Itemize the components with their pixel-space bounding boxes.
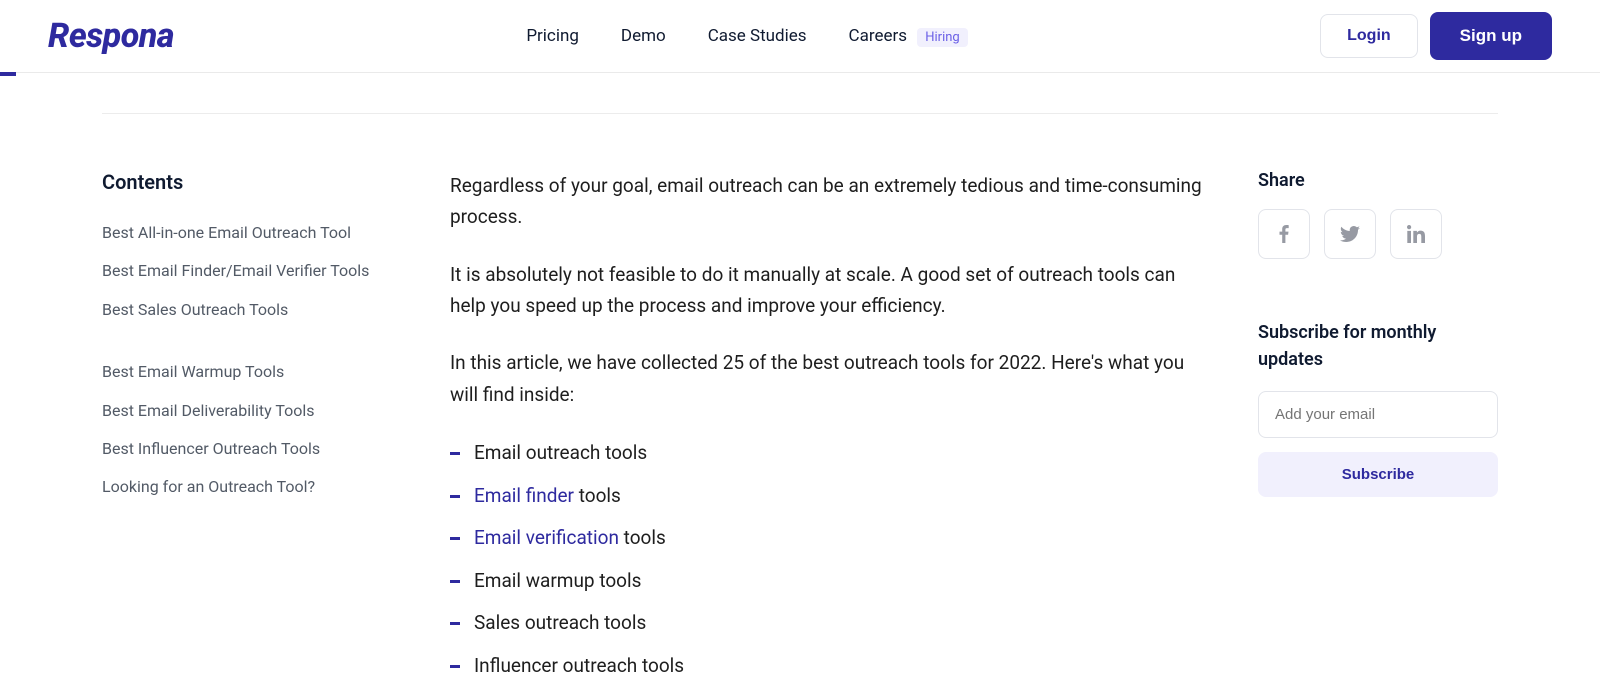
read-progress-bar xyxy=(0,72,16,76)
site-header: Respona Pricing Demo Case Studies Career… xyxy=(0,0,1600,73)
toc-item-all-in-one[interactable]: Best All-in-one Email Outreach Tool xyxy=(102,223,351,242)
subscribe-block: Subscribe for monthly updates Subscribe xyxy=(1258,319,1498,497)
toc-item-sales[interactable]: Best Sales Outreach Tools xyxy=(102,300,288,319)
toc-item-influencer[interactable]: Best Influencer Outreach Tools xyxy=(102,439,320,458)
nav-careers-label: Careers xyxy=(849,26,907,46)
paragraph-3: In this article, we have collected 25 of… xyxy=(450,347,1210,410)
nav-pricing[interactable]: Pricing xyxy=(526,26,579,46)
auth-buttons: Login Sign up xyxy=(1320,12,1552,60)
toc-item-finder-verifier[interactable]: Best Email Finder/Email Verifier Tools xyxy=(102,261,369,280)
three-col-layout: Contents Best All-in-one Email Outreach … xyxy=(102,114,1498,696)
hiring-badge: Hiring xyxy=(917,28,967,47)
page-container: Contents Best All-in-one Email Outreach … xyxy=(54,113,1546,696)
bullet-item: Sales outreach tools xyxy=(450,610,1210,637)
bullet-text: Sales outreach tools xyxy=(474,611,646,634)
nav-demo[interactable]: Demo xyxy=(621,26,666,46)
linkedin-icon xyxy=(1407,225,1425,243)
toc-item-warmup[interactable]: Best Email Warmup Tools xyxy=(102,362,284,381)
toc-item-deliverability[interactable]: Best Email Deliverability Tools xyxy=(102,401,315,420)
contents-sidebar: Contents Best All-in-one Email Outreach … xyxy=(102,170,402,696)
bullet-list: Email outreach tools Email finder tools … xyxy=(450,440,1210,680)
twitter-icon xyxy=(1340,226,1360,242)
contents-heading: Contents xyxy=(102,170,402,194)
share-facebook-button[interactable] xyxy=(1258,209,1310,259)
signup-button[interactable]: Sign up xyxy=(1430,12,1552,60)
bullet-link-email-verification[interactable]: Email verification xyxy=(474,526,619,549)
share-linkedin-button[interactable] xyxy=(1390,209,1442,259)
top-nav: Pricing Demo Case Studies Careers Hiring xyxy=(526,26,967,46)
bullet-text: Email warmup tools xyxy=(474,569,641,592)
nav-careers[interactable]: Careers Hiring xyxy=(849,26,968,46)
bullet-link-email-finder[interactable]: Email finder xyxy=(474,484,574,507)
share-block: Share xyxy=(1258,170,1498,259)
nav-case-studies[interactable]: Case Studies xyxy=(708,26,807,46)
article-body: Regardless of your goal, email outreach … xyxy=(450,170,1210,696)
bullet-text: tools xyxy=(619,526,666,549)
share-heading: Share xyxy=(1258,170,1498,191)
toc-list: Best All-in-one Email Outreach Tool Best… xyxy=(102,222,402,499)
bullet-text: Email outreach tools xyxy=(474,441,647,464)
facebook-icon xyxy=(1279,225,1289,243)
paragraph-1: Regardless of your goal, email outreach … xyxy=(450,170,1210,233)
brand-logo[interactable]: Respona xyxy=(48,16,174,56)
subscribe-button[interactable]: Subscribe xyxy=(1258,452,1498,497)
right-sidebar: Share Subscribe for monthly updates S xyxy=(1258,170,1498,696)
bullet-item: Email verification tools xyxy=(450,525,1210,552)
bullet-item: Email outreach tools xyxy=(450,440,1210,467)
paragraph-2: It is absolutely not feasible to do it m… xyxy=(450,259,1210,322)
login-button[interactable]: Login xyxy=(1320,14,1418,58)
bullet-item: Email finder tools xyxy=(450,483,1210,510)
subscribe-heading: Subscribe for monthly updates xyxy=(1258,319,1498,373)
toc-item-looking[interactable]: Looking for an Outreach Tool? xyxy=(102,477,315,496)
bullet-text: tools xyxy=(574,484,621,507)
bullet-item: Influencer outreach tools xyxy=(450,653,1210,680)
subscribe-email-input[interactable] xyxy=(1258,391,1498,438)
bullet-text: Influencer outreach tools xyxy=(474,654,684,677)
share-twitter-button[interactable] xyxy=(1324,209,1376,259)
share-buttons-row xyxy=(1258,209,1498,259)
bullet-item: Email warmup tools xyxy=(450,568,1210,595)
